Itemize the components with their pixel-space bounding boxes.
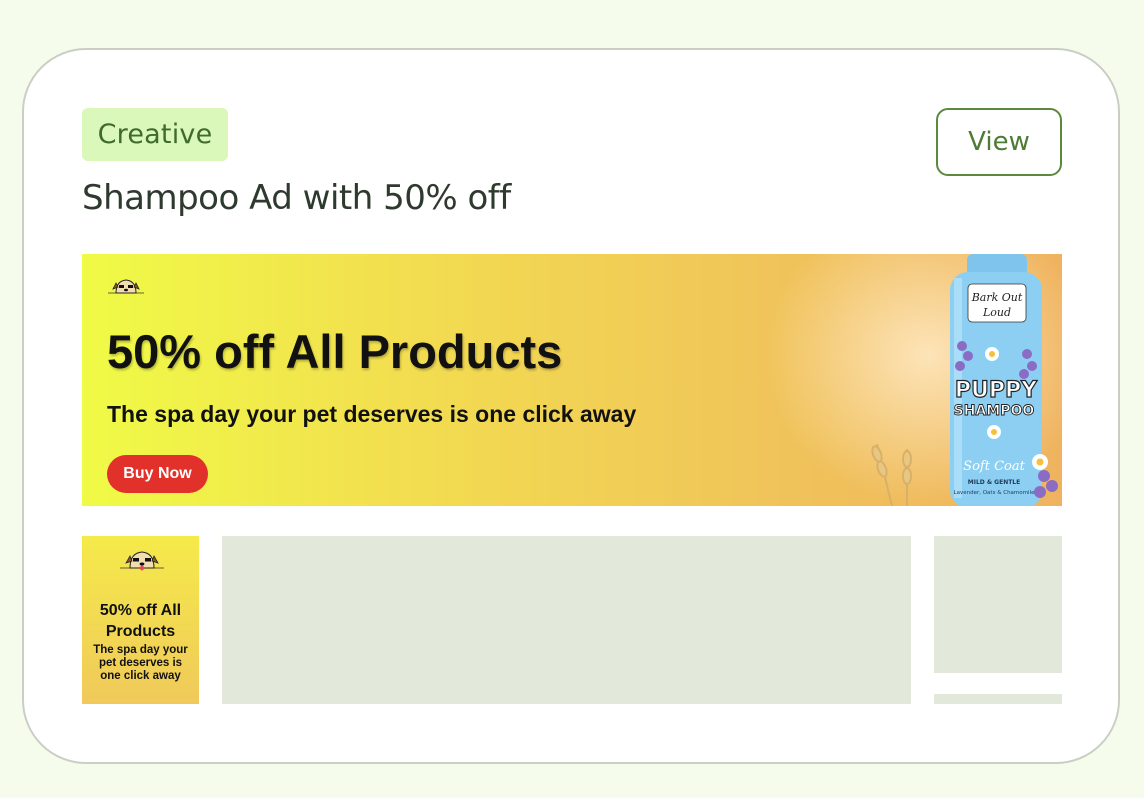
dog-logo-icon xyxy=(120,551,164,571)
bottle-ingredients: Lavender, Oats & Chamomile xyxy=(954,490,1036,496)
shampoo-bottle-image: Bark Out Loud PUPPY SHAMPOO Soft Coat MI… xyxy=(871,254,1058,506)
ad-placeholder-square[interactable] xyxy=(934,536,1062,673)
bottle-brand-line1: Bark Out xyxy=(971,291,1023,304)
view-button[interactable]: View xyxy=(936,108,1062,176)
banner-headline: 50% off All Products xyxy=(107,325,563,378)
bottle-tagline: MILD & GENTLE xyxy=(968,479,1020,486)
bottle-brand-line2: Loud xyxy=(982,306,1011,319)
ad-banner-preview[interactable]: 50% off All Products The spa day your pe… xyxy=(82,254,1062,506)
creative-title: Shampoo Ad with 50% off xyxy=(82,178,511,218)
ad-placeholder-partial[interactable] xyxy=(934,694,1062,704)
bottle-variant: Soft Coat xyxy=(963,459,1025,474)
bottle-name-line1: PUPPY xyxy=(955,378,1038,403)
mini-ad-subheadline: The spa day your pet deserves is one cli… xyxy=(93,644,188,682)
mini-ad-preview[interactable]: 50% off All Products The spa day your pe… xyxy=(82,536,199,704)
category-tag: Creative xyxy=(82,108,228,161)
ad-placeholder-wide[interactable] xyxy=(222,536,911,704)
mini-ad-headline: 50% off All Products xyxy=(99,602,182,640)
banner-subheadline: The spa day your pet deserves is one cli… xyxy=(107,401,637,427)
dog-logo-icon xyxy=(108,279,144,294)
creative-card: Creative View Shampoo Ad with 50% off 50… xyxy=(22,48,1120,764)
buy-now-button[interactable]: Buy Now xyxy=(107,455,208,493)
bottle-name-line2: SHAMPOO xyxy=(954,403,1035,419)
